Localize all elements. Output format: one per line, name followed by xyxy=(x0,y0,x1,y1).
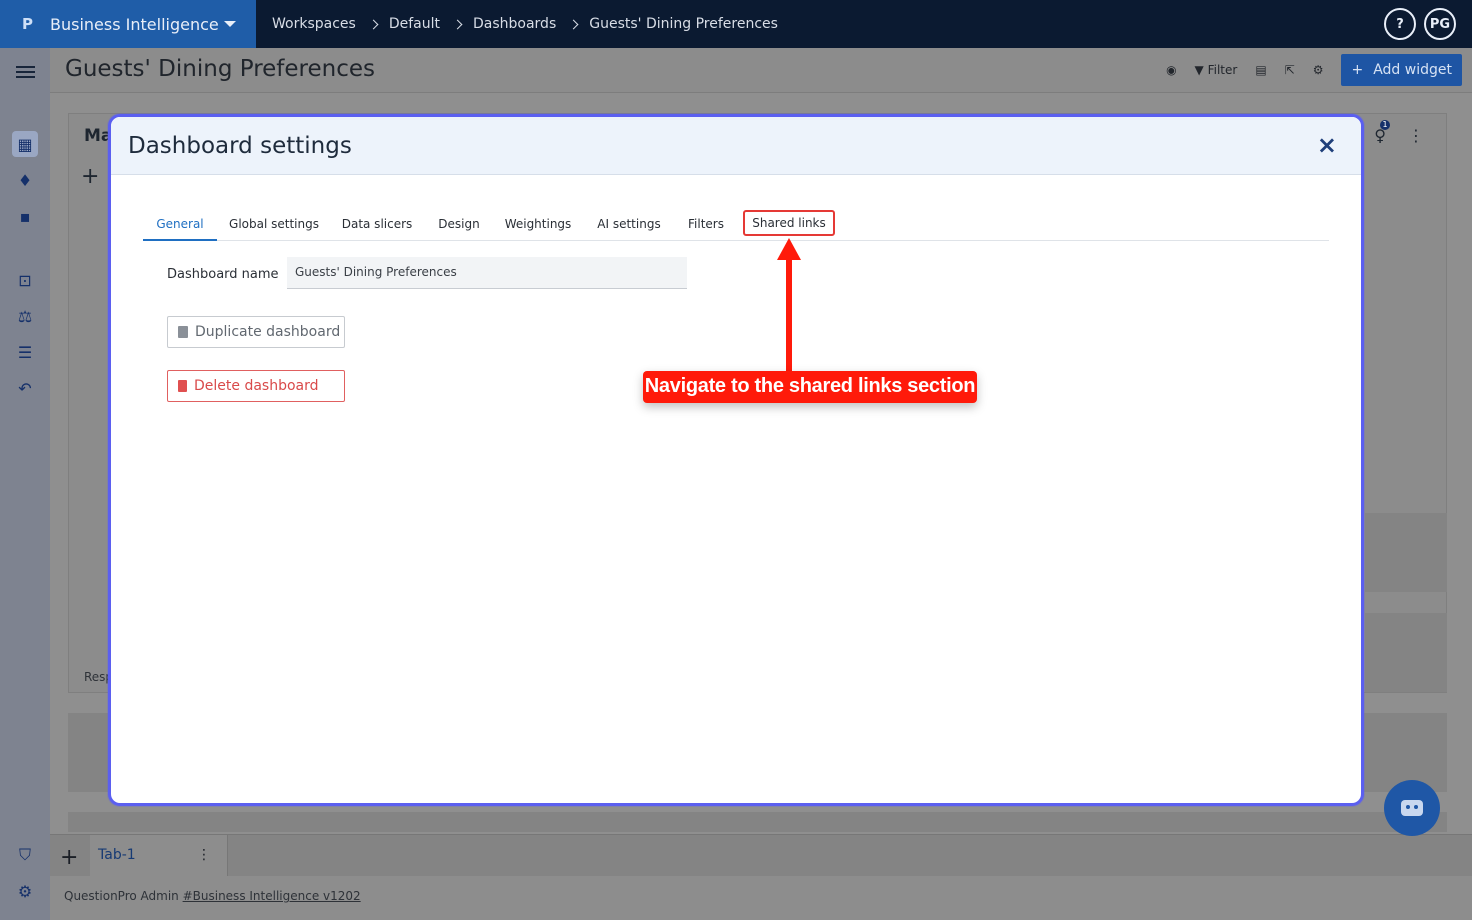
close-icon[interactable]: × xyxy=(1317,131,1337,159)
tab-global-settings[interactable]: Global settings xyxy=(229,213,319,241)
breadcrumb-dashboards[interactable]: Dashboards xyxy=(473,16,556,32)
breadcrumb-default[interactable]: Default xyxy=(389,16,440,32)
breadcrumb: Workspaces Default Dashboards Guests' Di… xyxy=(256,0,778,48)
tab-design[interactable]: Design xyxy=(435,213,483,241)
copy-icon xyxy=(178,326,188,338)
scale-icon[interactable]: ⚖ xyxy=(12,303,38,329)
chevron-right-icon xyxy=(452,19,463,29)
settings-tabs: General Global settings Data slicers Des… xyxy=(143,210,1329,241)
more-vertical-icon[interactable]: ⋮ xyxy=(1408,126,1424,145)
menu-icon[interactable] xyxy=(12,59,38,85)
tab-shared-links[interactable]: Shared links xyxy=(743,210,835,236)
annotation-callout: Navigate to the shared links section xyxy=(643,371,977,403)
tab-data-slicers[interactable]: Data slicers xyxy=(339,213,415,241)
dialog-title: Dashboard settings xyxy=(128,133,352,159)
dialog-header: Dashboard settings × xyxy=(111,117,1361,175)
breadcrumb-current: Guests' Dining Preferences xyxy=(589,16,778,32)
annotation-arrow xyxy=(786,256,792,372)
page-title: Guests' Dining Preferences xyxy=(65,56,375,82)
app-switcher[interactable]: P Business Intelligence xyxy=(0,0,256,48)
left-rail: ▦ ♦ ▪ ⊡ ⚖ ☰ ↶ ⛉ ⚙ xyxy=(0,48,50,920)
shield-icon[interactable]: ⛉ xyxy=(12,842,38,868)
duplicate-label: Duplicate dashboard xyxy=(195,324,341,340)
app-logo: P xyxy=(22,15,33,33)
tab-1[interactable]: Tab-1 ⋮ xyxy=(90,835,228,877)
scan-icon[interactable]: ⊡ xyxy=(12,267,38,293)
eye-icon[interactable]: ◉ xyxy=(1166,63,1176,77)
delete-label: Delete dashboard xyxy=(194,378,319,394)
tab-general[interactable]: General xyxy=(143,213,217,241)
app-name: Business Intelligence xyxy=(50,14,219,34)
chatbot-button[interactable] xyxy=(1384,780,1440,836)
plus-icon[interactable]: + xyxy=(81,164,99,189)
chevron-right-icon xyxy=(368,19,379,29)
filter-button[interactable]: ▼ Filter xyxy=(1195,63,1238,77)
share-icon[interactable]: ⇱ xyxy=(1285,63,1295,77)
avatar[interactable]: PG xyxy=(1424,8,1456,40)
add-tab-button[interactable]: + xyxy=(60,845,78,870)
gear-icon[interactable]: ⚙ xyxy=(12,878,38,904)
tab-strip: + Tab-1 ⋮ xyxy=(50,834,1472,877)
filter-icon: ▼ xyxy=(1194,63,1208,77)
filter-label: Filter xyxy=(1207,63,1238,77)
trash-icon xyxy=(178,380,187,392)
footer: QuestionPro Admin #Business Intelligence… xyxy=(50,876,1472,920)
notification-badge: 1 xyxy=(1380,120,1390,130)
tab-filters[interactable]: Filters xyxy=(685,213,727,241)
breadcrumb-workspaces[interactable]: Workspaces xyxy=(272,16,356,32)
tab-weightings[interactable]: Weightings xyxy=(503,213,573,241)
dashboard-header: Guests' Dining Preferences ◉ ▼ Filter ▤ … xyxy=(50,48,1472,93)
footer-prefix: QuestionPro Admin xyxy=(64,889,183,903)
chevron-right-icon xyxy=(568,19,579,29)
caret-down-icon xyxy=(224,21,236,27)
dashboard-name-input[interactable]: Guests' Dining Preferences xyxy=(287,257,687,289)
robot-icon xyxy=(1401,800,1423,816)
plus-icon: + xyxy=(1351,62,1364,78)
pdf-icon[interactable]: ▤ xyxy=(1255,63,1266,77)
placeholder-block xyxy=(1365,613,1447,692)
duplicate-dashboard-button[interactable]: Duplicate dashboard xyxy=(167,316,345,348)
add-widget-button[interactable]: + Add widget xyxy=(1341,54,1462,86)
tab-ai-settings[interactable]: AI settings xyxy=(593,213,665,241)
dashboard-icon[interactable]: ▦ xyxy=(12,131,38,157)
placeholder-block xyxy=(1365,513,1447,592)
list-icon[interactable]: ☰ xyxy=(12,339,38,365)
placeholder-block xyxy=(68,812,1447,832)
back-arrow-icon[interactable]: ↶ xyxy=(12,375,38,401)
report-icon[interactable]: ▪ xyxy=(12,203,38,229)
add-widget-label: Add widget xyxy=(1373,62,1452,78)
tab-label: Tab-1 xyxy=(98,847,136,863)
diamond-icon[interactable]: ♦ xyxy=(12,167,38,193)
gear-icon[interactable]: ⚙ xyxy=(1313,63,1324,77)
dashboard-settings-dialog: Dashboard settings × General Global sett… xyxy=(108,114,1364,806)
dashboard-name-label: Dashboard name xyxy=(167,267,279,282)
version-link[interactable]: #Business Intelligence v1202 xyxy=(183,889,361,903)
delete-dashboard-button[interactable]: Delete dashboard xyxy=(167,370,345,402)
help-button[interactable]: ? xyxy=(1384,8,1416,40)
more-vertical-icon[interactable]: ⋮ xyxy=(197,847,211,863)
top-bar: P Business Intelligence Workspaces Defau… xyxy=(0,0,1472,48)
